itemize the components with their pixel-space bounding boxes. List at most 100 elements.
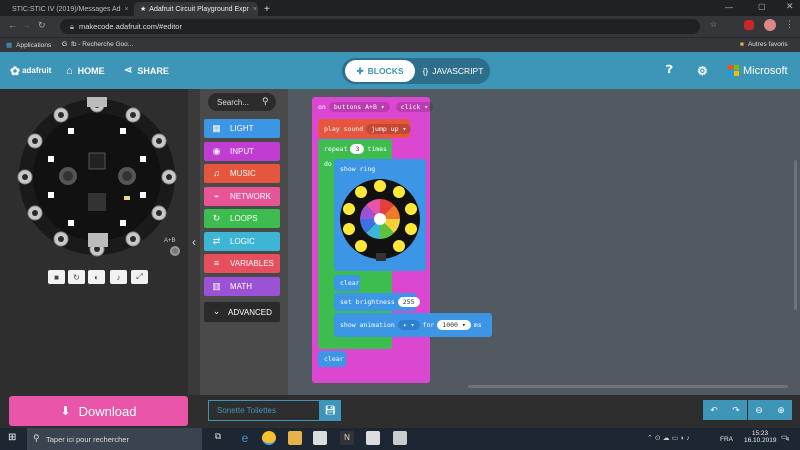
browser-tab-messages[interactable]: STIC:STIC IV (2019)/Messages Ad × (6, 2, 134, 16)
clear-block[interactable]: clear (334, 275, 360, 291)
zoom-out-button[interactable]: ⊖ (748, 400, 770, 420)
browser-tab-makecode[interactable]: ★ Adafruit Circuit Playground Expr × (134, 2, 258, 16)
system-tray-icons[interactable]: ⌃ ⊙ ☁ ▭ ◗ ♪ (647, 434, 690, 442)
category-light[interactable]: ▦ LIGHT (204, 119, 280, 138)
document-icon[interactable] (393, 431, 407, 445)
blocks-label: BLOCKS (367, 66, 404, 76)
code-braces-icon: {} (422, 66, 429, 76)
bookmark-star-icon[interactable]: ☆ (710, 20, 717, 29)
download-button[interactable]: ⬇ Download (9, 396, 188, 426)
network-icon: ⌁ (213, 190, 220, 201)
microsoft-text: Microsoft (743, 64, 788, 77)
duration-field[interactable]: 1000 ▾ (437, 320, 471, 330)
button-choice-dropdown[interactable]: buttons A+B ▾ (328, 102, 390, 112)
slow-mo-button[interactable]: ◐ (88, 270, 105, 284)
vertical-scrollbar[interactable] (794, 160, 797, 310)
microsoft-logo[interactable]: Microsoft (728, 52, 788, 89)
category-label: LIGHT (230, 124, 254, 133)
show-ring-block[interactable]: show ring (334, 159, 426, 271)
advanced-category[interactable]: ⌄ ADVANCED (204, 302, 280, 322)
lock-icon: 🔒︎ (70, 21, 74, 31)
adafruit-logo[interactable]: ✿ adafruit (10, 52, 51, 89)
restart-icon: ↻ (73, 272, 80, 282)
bookmark-label: Applications (16, 41, 52, 49)
set-brightness-block[interactable]: set brightness 255 (334, 293, 420, 311)
category-input[interactable]: ◉ INPUT (204, 141, 280, 161)
extension-icon[interactable] (744, 20, 754, 30)
search-placeholder: Search... (217, 97, 250, 107)
task-view-icon[interactable]: ⧉ (211, 431, 225, 445)
edge-icon[interactable]: e (238, 431, 252, 445)
project-name-input[interactable]: Sonette Toilettes (208, 400, 320, 421)
on-button-event-block[interactable]: on buttons A+B ▾ click ▾ (312, 97, 434, 117)
repeat-block[interactable]: repeat 3 times (318, 139, 392, 159)
category-loops[interactable]: ↻ LOOPS (204, 209, 280, 228)
block-label: do (324, 160, 332, 168)
a-b-button[interactable] (170, 246, 180, 256)
mail-icon[interactable] (366, 431, 380, 445)
bookmark-applications[interactable]: ▦ Applications (6, 41, 52, 50)
taskbar-search-input[interactable]: ⚲ Taper ici pour rechercher (27, 428, 202, 450)
category-network[interactable]: ⌁ NETWORK (204, 186, 280, 206)
gesture-dropdown[interactable]: click ▾ (395, 102, 434, 112)
show-animation-block[interactable]: show animation ✦ ▾ for 1000 ▾ ms (334, 313, 492, 337)
stop-button[interactable]: ■ (48, 270, 65, 284)
restart-button[interactable]: ↻ (68, 270, 85, 284)
category-logic[interactable]: ⇄ LOGIC (204, 231, 280, 251)
a-b-label: A+B (164, 238, 176, 244)
clock[interactable]: 15:23 16.10.2019 (744, 430, 777, 444)
other-bookmarks[interactable]: ■ Autres favoris (740, 41, 788, 48)
windows-start-icon[interactable]: ⊞ (8, 432, 16, 443)
close-window-icon[interactable]: ✕ (786, 1, 794, 12)
javascript-tab-button[interactable]: {} JAVASCRIPT (420, 60, 486, 82)
category-math[interactable]: ▥ MATH (204, 276, 280, 296)
menu-icon[interactable]: ⋮ (785, 19, 794, 30)
language-indicator[interactable]: FRA (720, 436, 733, 443)
browser-tab-strip: STIC:STIC IV (2019)/Messages Ad × ★ Adaf… (0, 0, 800, 16)
forward-icon[interactable]: → (22, 20, 31, 30)
animation-dropdown[interactable]: ✦ ▾ (397, 320, 420, 330)
play-sound-block[interactable]: play sound jump up ▾ (318, 119, 412, 138)
collapse-simulator-button[interactable]: ‹ (188, 89, 200, 395)
settings-gear-icon[interactable]: ⚙ (697, 52, 708, 89)
mute-button[interactable]: ♪ (110, 270, 127, 284)
zoom-in-button[interactable]: ⊕ (770, 400, 792, 420)
action-center-button[interactable]: ▭ 4 (781, 433, 793, 445)
save-button[interactable]: 💾︎ (320, 400, 341, 421)
clear-block-2[interactable]: clear (318, 351, 346, 367)
horizontal-scrollbar[interactable] (468, 385, 788, 388)
new-tab-button[interactable]: + (258, 2, 272, 16)
block-label: play sound (324, 124, 364, 133)
blocks-tab-button[interactable]: ✚ BLOCKS (345, 60, 415, 82)
sound-dropdown[interactable]: jump up ▾ (366, 123, 412, 134)
zoom-in-icon: ⊕ (777, 404, 785, 415)
undo-button[interactable]: ↶ (703, 400, 725, 420)
brightness-field[interactable]: 255 (397, 297, 420, 307)
close-tab-icon[interactable]: × (249, 6, 257, 13)
category-variables[interactable]: ≡ VARIABLES (204, 254, 280, 273)
url-field[interactable]: 🔒︎ makecode.adafruit.com/#editor (60, 19, 700, 34)
maximize-icon[interactable]: ▢ (758, 2, 766, 11)
home-button[interactable]: ⌂ HOME (66, 52, 105, 89)
share-button[interactable]: ⋖ SHARE (124, 52, 169, 89)
redo-button[interactable]: ↷ (725, 400, 747, 420)
back-icon[interactable]: ← (8, 20, 17, 30)
app-n-icon[interactable]: N (340, 431, 354, 445)
fullscreen-button[interactable]: ⤢ (131, 270, 148, 284)
reload-icon[interactable]: ↻ (38, 20, 46, 31)
file-explorer-icon[interactable] (288, 431, 302, 445)
bookmark-fb[interactable]: G fb - Recherche Goo... (62, 41, 133, 48)
avatar[interactable] (764, 19, 776, 31)
circuit-playground-board[interactable] (13, 93, 181, 261)
undo-icon: ↶ (710, 404, 718, 415)
category-music[interactable]: ♫ MUSIC (204, 164, 280, 183)
close-tab-icon[interactable]: × (121, 6, 129, 13)
javascript-label: JAVASCRIPT (432, 66, 484, 76)
minimize-icon[interactable]: — (725, 3, 733, 12)
store-icon[interactable] (313, 431, 327, 445)
chrome-icon[interactable] (262, 431, 276, 445)
ring-pattern-editor[interactable] (338, 179, 422, 265)
help-icon[interactable]: ❓︎ (666, 52, 673, 89)
toolbox-search-input[interactable]: Search... ⚲ (208, 93, 276, 111)
repeat-count-field[interactable]: 3 (350, 144, 365, 154)
